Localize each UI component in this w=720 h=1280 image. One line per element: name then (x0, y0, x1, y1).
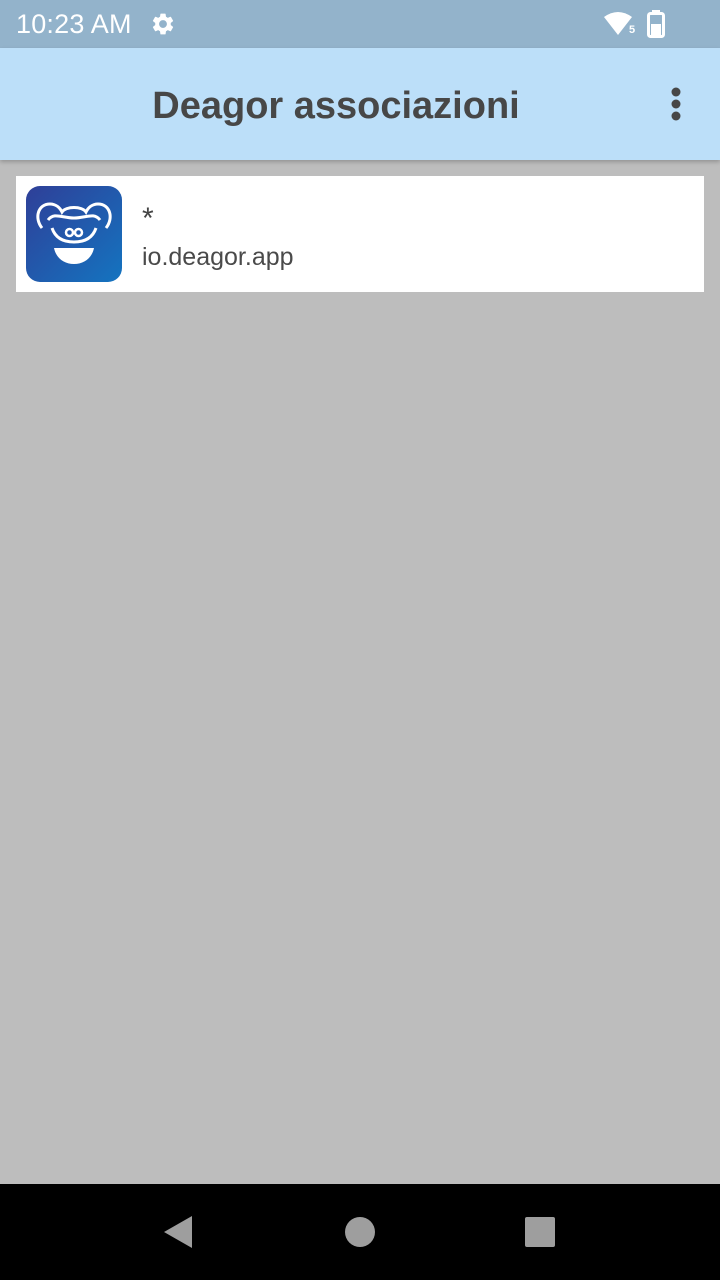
navigation-bar (0, 1184, 720, 1280)
app-bar: Deagor associazioni (0, 48, 720, 160)
list-item[interactable]: * io.deagor.app (16, 176, 704, 292)
more-vert-icon[interactable] (656, 80, 696, 128)
battery-icon (647, 10, 665, 38)
status-bar: 10:23 AM 5 (0, 0, 720, 48)
item-package-name: io.deagor.app (142, 243, 294, 271)
deagor-logo-icon (26, 186, 122, 282)
wifi-icon: 5 (604, 12, 638, 36)
recents-square-icon[interactable] (516, 1208, 564, 1256)
item-title: * (142, 202, 154, 235)
page-title: Deagor associazioni (152, 85, 520, 127)
home-circle-icon[interactable] (336, 1208, 384, 1256)
association-list: * io.deagor.app (16, 176, 704, 292)
back-triangle-icon[interactable] (154, 1208, 202, 1256)
status-time: 10:23 AM (16, 9, 132, 39)
wifi-badge: 5 (629, 24, 635, 36)
gear-icon (150, 11, 176, 37)
